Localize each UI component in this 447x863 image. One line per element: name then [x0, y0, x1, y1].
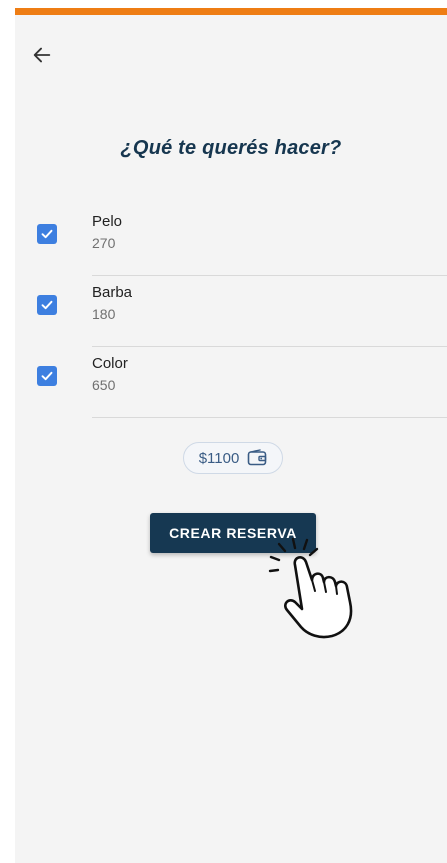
service-price: 650: [92, 377, 116, 393]
checkmark-icon: [41, 229, 53, 239]
page-title: ¿Qué te querés hacer?: [120, 137, 342, 159]
service-checkbox-pelo[interactable]: [37, 224, 57, 244]
total-chip: $1100: [183, 442, 283, 474]
service-name: Barba: [92, 284, 133, 301]
service-price: 270: [92, 235, 116, 251]
service-name: Pelo: [92, 213, 123, 230]
service-checkbox-color[interactable]: [37, 366, 57, 386]
wallet-icon: [247, 449, 267, 466]
service-item-barba: Barba 180: [15, 276, 447, 347]
arrow-left-icon: [33, 47, 51, 63]
checkmark-icon: [41, 300, 53, 310]
divider: [92, 417, 447, 418]
service-list: Pelo 270 Barba 180 Color 650: [15, 205, 447, 418]
service-checkbox-barba[interactable]: [37, 295, 57, 315]
service-name: Color: [92, 355, 128, 372]
total-amount: $1100: [198, 449, 240, 467]
service-item-pelo: Pelo 270: [15, 205, 447, 276]
service-price: 180: [92, 306, 116, 322]
service-item-color: Color 650: [15, 347, 447, 418]
create-reservation-button[interactable]: CREAR RESERVA: [150, 513, 316, 553]
back-button[interactable]: [28, 41, 56, 69]
app-screen: ¿Qué te querés hacer? Pelo 270 Barba 180: [15, 8, 447, 863]
checkmark-icon: [41, 371, 53, 381]
